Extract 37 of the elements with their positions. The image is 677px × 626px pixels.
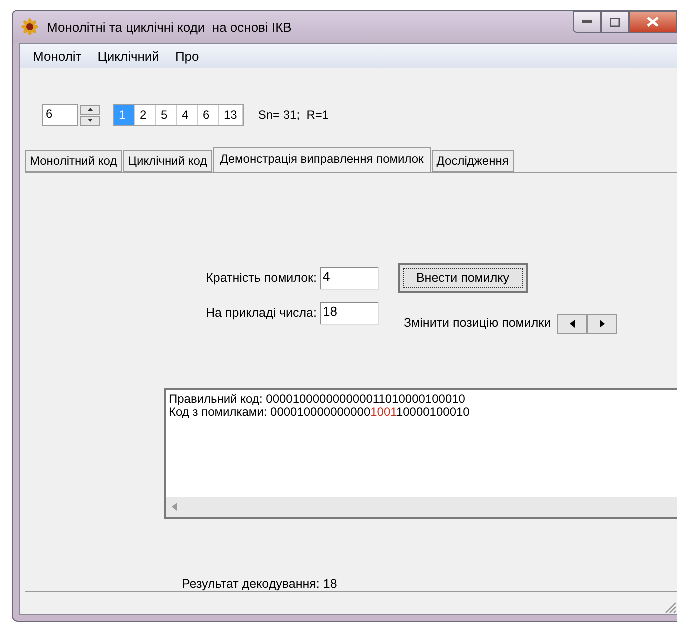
tab[interactable]: Дослідження <box>432 150 514 172</box>
right-button[interactable] <box>587 314 618 334</box>
minimize-icon <box>582 20 592 24</box>
window-title: Монолітні та циклічні коди на основі ІКВ <box>47 20 293 34</box>
insert-error-button[interactable]: Внести помилку <box>398 263 528 293</box>
number-field[interactable]: 6 <box>42 104 78 126</box>
menu-item[interactable]: Циклічний <box>90 48 168 64</box>
result-text: Результат декодування: 18 <box>182 577 338 591</box>
left-arrow-icon <box>570 320 575 328</box>
input-field[interactable]: 18 <box>320 302 379 325</box>
maximize-button[interactable] <box>601 11 629 33</box>
field-label: Змінити позицію помилки <box>404 316 552 330</box>
menu-item[interactable]: Про <box>168 48 208 64</box>
down-arrow-icon <box>88 119 92 122</box>
input-field[interactable]: 4 <box>320 266 379 290</box>
left-arrow-icon <box>172 503 177 511</box>
maximize-icon <box>610 18 620 26</box>
tab[interactable]: Демонстрація виправлення помилок <box>213 147 431 172</box>
field-label: На прикладі числа: <box>204 306 318 320</box>
close-icon <box>647 17 659 27</box>
summary-text: Sn= 31; R=1 <box>258 108 330 122</box>
code-line: Код з помилками: 000010000000000100110000100010 <box>169 406 471 419</box>
up-arrow-icon <box>88 108 92 111</box>
tab[interactable]: Циклічний код <box>123 150 212 172</box>
code-line: Правильний код: 000010000000000011010000100010 <box>169 393 466 406</box>
flower-icon <box>21 18 39 36</box>
resize-grip-icon <box>663 600 677 614</box>
horizontal-scrollbar[interactable] <box>166 497 677 517</box>
spin-up-button[interactable] <box>80 104 100 114</box>
close-button[interactable] <box>629 11 677 33</box>
right-arrow-icon <box>600 320 605 328</box>
menu-item[interactable]: Моноліт <box>26 48 91 64</box>
left-button[interactable] <box>557 314 588 334</box>
minimize-button[interactable] <box>573 11 601 33</box>
field-label: Кратність помилок: <box>205 271 318 285</box>
tab[interactable]: Монолітний код <box>25 150 122 172</box>
spin-down-button[interactable] <box>80 116 100 126</box>
